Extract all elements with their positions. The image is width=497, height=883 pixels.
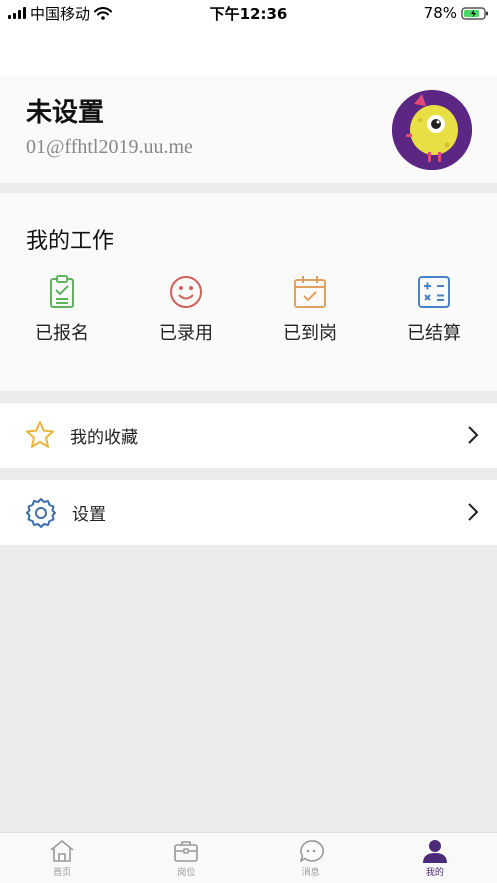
home-icon	[50, 840, 74, 862]
settings-label: 设置	[72, 505, 106, 525]
carrier-name: 中国移动	[30, 4, 91, 23]
work-item-on-duty[interactable]: 已到岗	[260, 275, 360, 345]
tab-mine[interactable]: 我的	[373, 833, 497, 883]
work-item-signed-up[interactable]: 已报名	[12, 275, 112, 345]
chevron-right-icon	[468, 426, 479, 444]
settings-row[interactable]: 设置	[0, 480, 497, 545]
tab-label: 我的	[425, 868, 444, 878]
user-icon	[422, 840, 447, 863]
smile-icon	[170, 276, 202, 308]
status-left: 中国移动	[8, 3, 178, 24]
tab-label: 消息	[301, 868, 320, 878]
chat-icon	[299, 840, 324, 863]
status-time: 下午12:36	[209, 4, 288, 23]
tab-jobs[interactable]: 岗位	[124, 833, 248, 883]
battery-percent: 78%	[423, 4, 457, 22]
work-item-label: 已到岗	[283, 323, 337, 344]
tab-label: 首页	[53, 868, 72, 878]
signal-icon	[8, 7, 26, 19]
my-work-title: 我的工作	[26, 229, 115, 254]
status-bar: 中国移动 下午12:36 78%	[0, 0, 497, 26]
briefcase-icon	[174, 841, 199, 862]
my-work-section: 我的工作 已报名 已录用 已到岗 已结算	[0, 193, 497, 391]
status-right: 78%	[319, 4, 489, 22]
work-item-label: 已录用	[159, 323, 213, 344]
gear-icon	[26, 498, 56, 528]
work-item-hired[interactable]: 已录用	[136, 275, 236, 345]
tab-label: 岗位	[177, 868, 196, 878]
tab-home[interactable]: 首页	[0, 833, 124, 883]
star-icon	[26, 421, 54, 448]
calculator-icon	[418, 276, 450, 308]
chevron-right-icon	[468, 503, 479, 521]
favorites-row[interactable]: 我的收藏	[0, 403, 497, 468]
bottom-tab-bar: 首页 岗位 消息 我的	[0, 832, 497, 883]
tab-messages[interactable]: 消息	[249, 833, 373, 883]
work-item-label: 已结算	[407, 323, 461, 344]
profile-email: 01@ffhtl2019.uu.me	[26, 136, 193, 158]
profile-name: 未设置	[26, 98, 105, 128]
header-spacer	[0, 26, 497, 76]
profile-card[interactable]: 未设置 01@ffhtl2019.uu.me	[0, 76, 497, 183]
work-item-label: 已报名	[35, 323, 89, 344]
favorites-label: 我的收藏	[70, 428, 138, 448]
wifi-icon	[94, 6, 113, 20]
avatar[interactable]	[392, 90, 472, 170]
monster-avatar-icon	[392, 90, 472, 170]
work-item-settled[interactable]: 已结算	[384, 275, 484, 345]
battery-icon	[461, 6, 488, 20]
calendar-check-icon	[294, 276, 326, 308]
clipboard-check-icon	[50, 275, 74, 308]
